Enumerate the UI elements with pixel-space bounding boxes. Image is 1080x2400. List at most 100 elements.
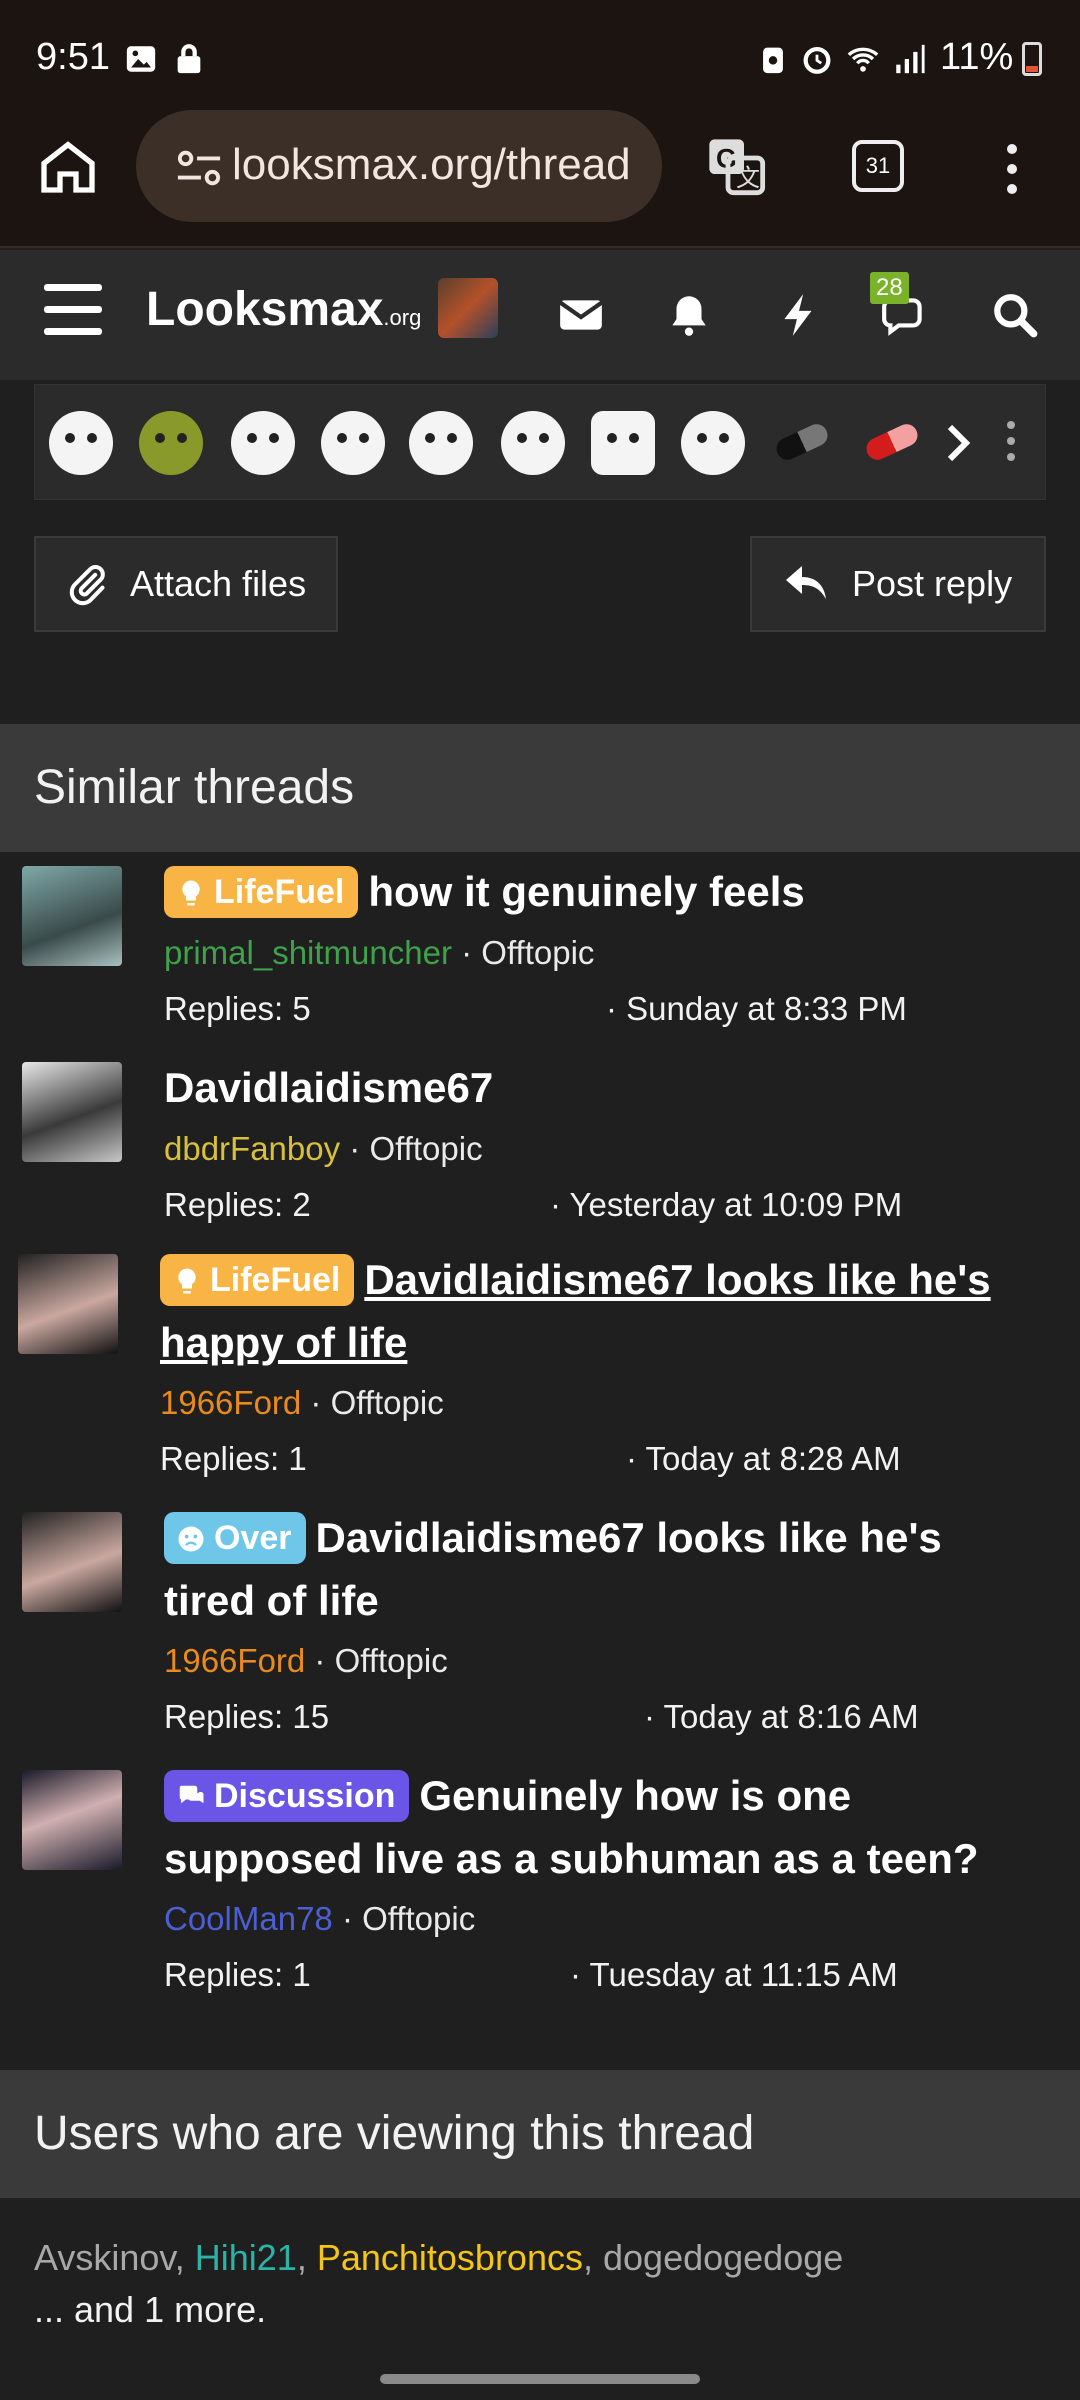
thread-author[interactable]: CoolMan78	[164, 1900, 333, 1937]
thread-author-avatar[interactable]	[18, 1254, 118, 1354]
viewer-names: Avskinov, Hihi21, Panchitosbroncs, doged…	[34, 2237, 844, 2278]
signal-icon	[896, 44, 925, 74]
thread-meta: 1966Ford · Offtopic	[164, 1642, 448, 1679]
more-options-icon[interactable]	[1000, 144, 1024, 200]
similar-threads-heading: Similar threads	[0, 724, 1080, 852]
thread-forum[interactable]: Offtopic	[481, 934, 594, 971]
reply-icon	[786, 566, 826, 599]
lock-icon	[177, 44, 201, 74]
thread-title-text: Davidlaidisme67	[164, 1064, 494, 1111]
thread-date[interactable]: · Sunday at 8:33 PM	[606, 990, 907, 1028]
thread-date[interactable]: · Yesterday at 10:09 PM	[550, 1186, 902, 1224]
svg-text:文: 文	[736, 165, 760, 192]
thread-author-avatar[interactable]	[22, 1062, 122, 1162]
thread-replies: Replies: 1	[164, 1956, 311, 1993]
user-avatar[interactable]	[438, 278, 498, 338]
status-time: 9:51	[36, 36, 110, 78]
thread-author-avatar[interactable]	[22, 1770, 122, 1870]
lightning-icon[interactable]	[774, 290, 824, 340]
thread-forum[interactable]: Offtopic	[362, 1900, 475, 1937]
lightbulb-icon	[178, 1268, 196, 1294]
nfc-lock-icon	[763, 47, 783, 74]
thread-meta: primal_shitmuncher · Offtopic	[164, 934, 595, 971]
post-reply-button[interactable]: Post reply	[750, 536, 1046, 632]
comments-icon	[179, 1785, 204, 1804]
black-pill-emoji[interactable]	[772, 420, 832, 464]
thread-prefix-tag[interactable]: Over	[164, 1512, 306, 1564]
post-reply-label: Post reply	[852, 563, 1013, 604]
home-icon[interactable]	[36, 134, 100, 198]
thread-title[interactable]: LifeFuel how it genuinely feels	[164, 860, 1034, 923]
thread-title-text: how it genuinely feels	[368, 868, 805, 915]
viewer-name[interactable]: Avskinov	[34, 2237, 175, 2278]
thread-replies: Replies: 15	[164, 1698, 330, 1735]
smirk-wojak-emoji[interactable]	[681, 411, 745, 475]
chevron-right-icon[interactable]	[943, 423, 973, 463]
thread-date[interactable]: · Today at 8:16 AM	[644, 1698, 919, 1736]
site-settings-icon[interactable]	[176, 148, 222, 188]
more-emojis-icon[interactable]	[1005, 421, 1017, 465]
viewer-name[interactable]: Panchitosbroncs	[317, 2237, 583, 2278]
gesture-handle[interactable]	[380, 2374, 700, 2384]
thread-prefix-label: LifeFuel	[214, 873, 345, 911]
battery-icon	[1022, 42, 1042, 76]
thread-author[interactable]: dbdrFanboy	[164, 1130, 340, 1167]
thread-title[interactable]: Discussion Genuinely how is one supposed …	[164, 1764, 1034, 1890]
site-logo[interactable]: Looksmax.org	[146, 282, 421, 337]
url-text: looksmax.org/thread	[232, 140, 631, 189]
crying-wojak-emoji[interactable]	[231, 411, 295, 475]
thread-prefix-tag[interactable]: LifeFuel	[164, 866, 359, 918]
attach-files-button[interactable]: Attach files	[34, 536, 338, 632]
search-icon[interactable]	[990, 290, 1040, 340]
thread-prefix-tag[interactable]: LifeFuel	[160, 1254, 355, 1306]
thread-title[interactable]: LifeFuel Davidlaidisme67 looks like he's …	[160, 1248, 1040, 1374]
sad-face-icon	[178, 1526, 204, 1552]
red-pill-emoji[interactable]	[862, 420, 922, 464]
thread-forum[interactable]: Offtopic	[335, 1642, 448, 1679]
paperclip-icon	[69, 564, 105, 606]
conversations-badge: 28	[870, 272, 909, 304]
crying-wojak-emoji[interactable]	[49, 411, 113, 475]
alarm-icon	[803, 46, 831, 74]
logo-main: Looksmax	[146, 283, 384, 336]
thread-title[interactable]: Over Davidlaidisme67 looks like he's tire…	[164, 1506, 1034, 1632]
site-header: Looksmax.org 28	[0, 250, 1080, 380]
thread-meta: 1966Ford · Offtopic	[160, 1384, 444, 1421]
translate-icon[interactable]: G文	[704, 134, 768, 198]
viewers-more: ... and 1 more.	[34, 2289, 267, 2330]
thread-date[interactable]: · Today at 8:28 AM	[626, 1440, 901, 1478]
thread-date[interactable]: · Tuesday at 11:15 AM	[570, 1956, 898, 1994]
thread-replies: Replies: 2	[164, 1186, 311, 1223]
address-bar[interactable]: looksmax.org/thread	[136, 110, 662, 222]
thread-forum[interactable]: Offtopic	[369, 1130, 482, 1167]
thread-author-avatar[interactable]	[22, 866, 122, 966]
hamburger-menu-icon[interactable]	[44, 284, 102, 336]
nerd-wojak-emoji[interactable]	[501, 411, 565, 475]
attach-files-label: Attach files	[130, 563, 307, 604]
thread-meta: CoolMan78 · Offtopic	[164, 1900, 476, 1937]
viewers-list: Avskinov, Hihi21, Panchitosbroncs, doged…	[34, 2232, 843, 2336]
thread-prefix-label: LifeFuel	[210, 1261, 341, 1299]
thread-prefix-tag[interactable]: Discussion	[164, 1770, 410, 1822]
thread-forum[interactable]: Offtopic	[331, 1384, 444, 1421]
smug-wojak-emoji[interactable]	[409, 411, 473, 475]
crocodile-emoji[interactable]	[591, 411, 655, 475]
viewer-name[interactable]: Hihi21	[195, 2237, 297, 2278]
thread-author-avatar[interactable]	[22, 1512, 122, 1612]
thread-author[interactable]: 1966Ford	[164, 1642, 305, 1679]
wifi-icon	[847, 47, 879, 72]
emoji-picker-bar	[34, 384, 1046, 500]
viewer-name[interactable]: dogedogedoge	[603, 2237, 843, 2278]
gallery-icon	[126, 46, 156, 72]
mail-icon[interactable]	[556, 290, 606, 340]
thread-title[interactable]: Davidlaidisme67	[164, 1056, 1034, 1119]
bell-icon[interactable]	[664, 290, 714, 340]
thread-author[interactable]: 1966Ford	[160, 1384, 301, 1421]
tabs-button[interactable]: 31	[852, 140, 904, 192]
thread-replies: Replies: 5	[164, 990, 311, 1027]
shrek-emoji[interactable]	[139, 411, 203, 475]
battery-percent: 11%	[940, 36, 1014, 78]
thread-prefix-label: Discussion	[214, 1777, 396, 1815]
thread-author[interactable]: primal_shitmuncher	[164, 934, 452, 971]
sad-wojak-emoji[interactable]	[321, 411, 385, 475]
